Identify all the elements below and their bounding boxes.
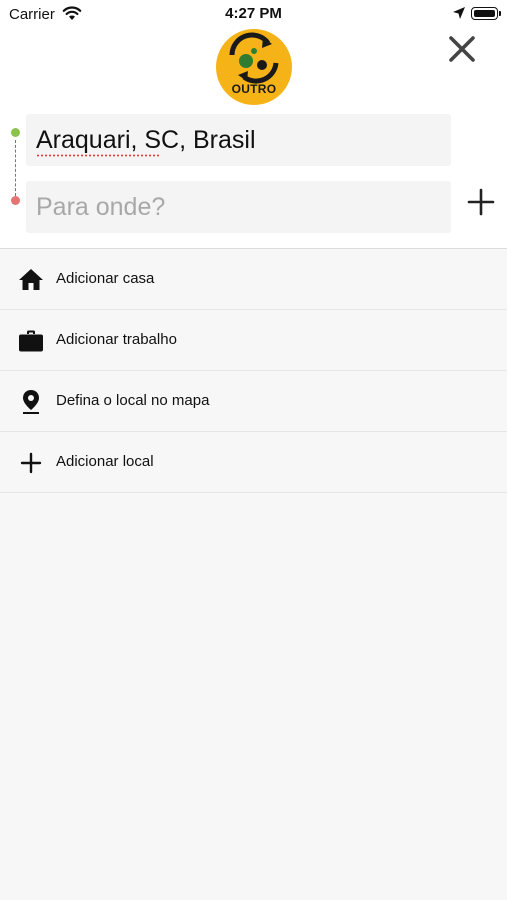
destination-marker — [11, 196, 20, 205]
saved-places-list: Adicionar casa Adicionar trabalho Defina… — [0, 249, 507, 493]
origin-marker — [11, 128, 20, 137]
brand-logo: OUTRO — [216, 29, 292, 105]
home-icon — [19, 269, 43, 290]
battery-icon — [471, 7, 498, 20]
logo-text: OUTRO — [231, 82, 277, 96]
plus-icon — [20, 452, 42, 474]
list-item-label: Adicionar trabalho — [56, 331, 177, 348]
destination-field[interactable] — [26, 181, 451, 233]
add-stop-button[interactable] — [466, 187, 496, 217]
status-time: 4:27 PM — [225, 5, 282, 22]
list-item-add-home[interactable]: Adicionar casa — [0, 249, 507, 310]
origin-field[interactable] — [26, 114, 451, 166]
list-item-label: Defina o local no mapa — [56, 392, 210, 409]
list-item-set-on-map[interactable]: Defina o local no mapa — [0, 371, 507, 432]
plus-icon — [467, 188, 495, 216]
list-item-add-place[interactable]: Adicionar local — [0, 432, 507, 493]
close-button[interactable] — [446, 33, 478, 65]
status-bar: Carrier 4:27 PM — [0, 0, 507, 28]
list-item-label: Adicionar local — [56, 453, 154, 470]
destination-input[interactable] — [36, 181, 441, 233]
list-item-label: Adicionar casa — [56, 270, 155, 287]
route-connector — [15, 140, 16, 196]
map-pin-icon — [23, 390, 39, 414]
location-arrow-icon — [453, 7, 465, 19]
origin-input[interactable] — [36, 114, 441, 166]
spellcheck-underline — [36, 154, 160, 157]
top-panel: Carrier 4:27 PM OUTRO — [0, 0, 507, 248]
list-item-add-work[interactable]: Adicionar trabalho — [0, 310, 507, 371]
briefcase-icon — [19, 330, 43, 352]
battery-cap — [499, 11, 501, 16]
close-icon — [449, 36, 475, 62]
